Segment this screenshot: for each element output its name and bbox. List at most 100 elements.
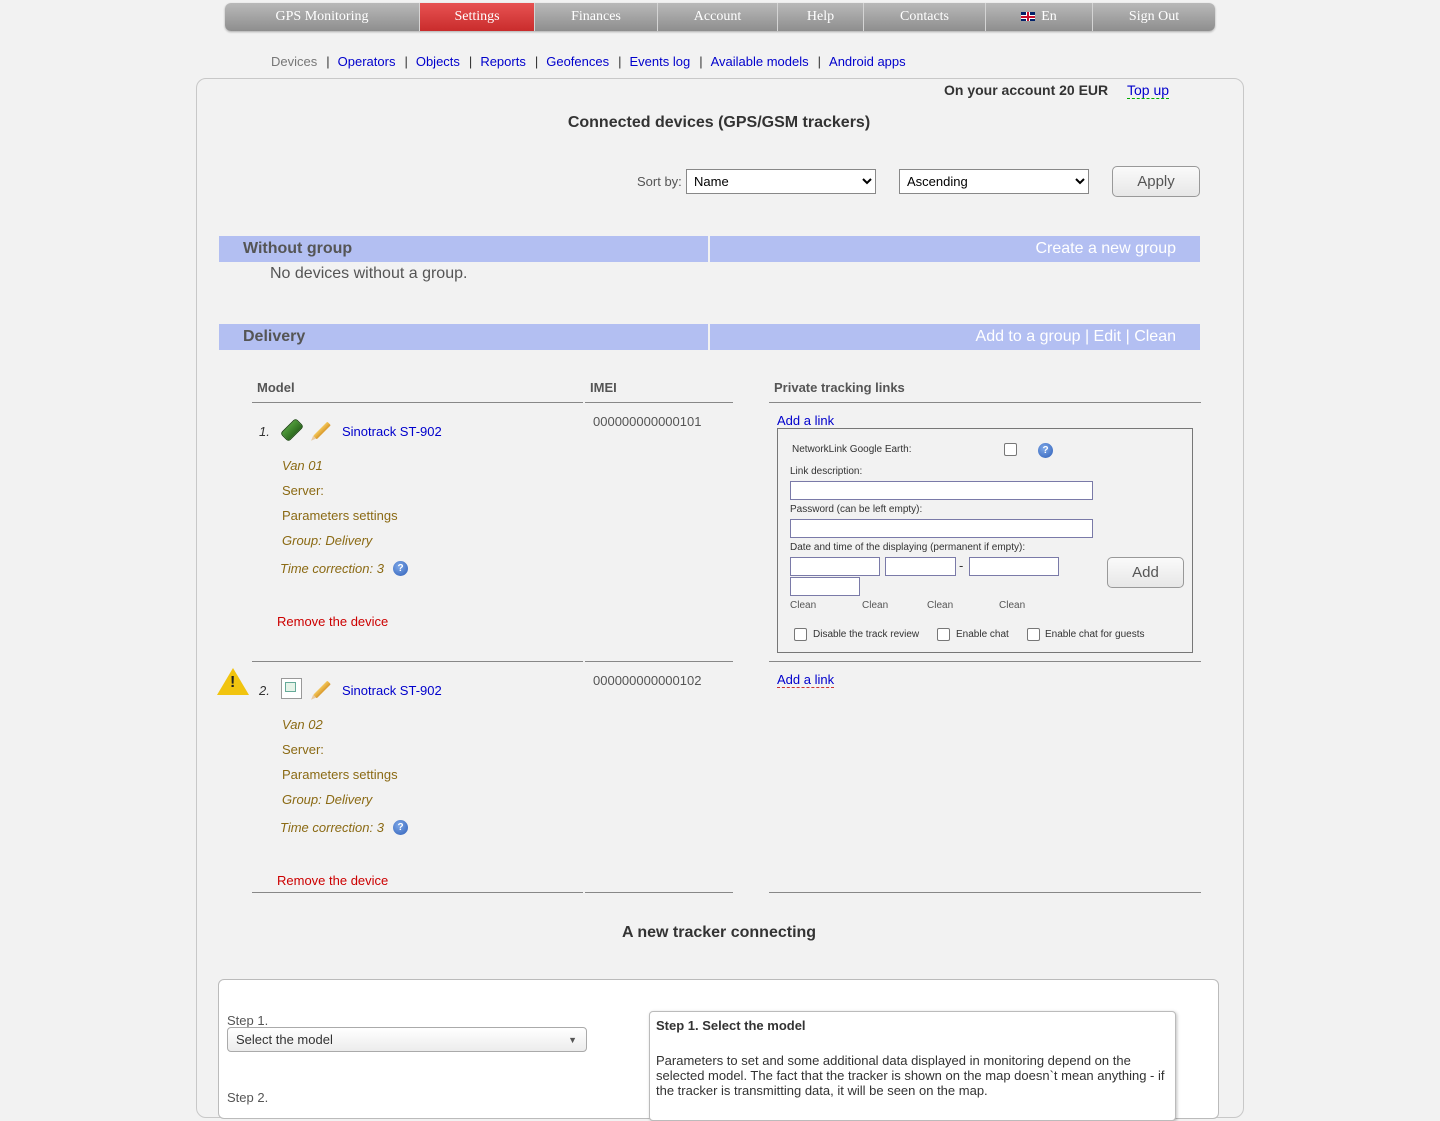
date-range-label: Date and time of the displaying (permane… — [790, 542, 1026, 553]
nav-account[interactable]: Account — [658, 3, 778, 31]
device-name[interactable]: Van 02 — [282, 717, 323, 732]
subnav-available-models[interactable]: Available models — [711, 54, 809, 69]
group-actions-bar: Add to a group | Edit | Clean — [710, 324, 1200, 350]
sort-order-select[interactable]: Ascending — [899, 169, 1089, 194]
clean-end-date-link[interactable]: Clean — [927, 600, 953, 611]
add-link-button[interactable]: Add — [1107, 557, 1184, 588]
subnav-events-log[interactable]: Events log — [630, 54, 691, 69]
divider — [585, 892, 733, 893]
password-input[interactable] — [790, 519, 1093, 538]
device-imei: 000000000000102 — [593, 673, 702, 688]
group-header-without-group: Without group — [219, 236, 708, 262]
subnav-android-apps[interactable]: Android apps — [829, 54, 906, 69]
nav-settings[interactable]: Settings — [420, 3, 535, 31]
model-select[interactable]: Select the model ▼ — [227, 1027, 587, 1052]
nav-help[interactable]: Help — [778, 3, 864, 31]
column-header-imei: IMEI — [590, 380, 617, 395]
clean-end-time-link[interactable]: Clean — [999, 600, 1025, 611]
device-time-correction[interactable]: Time correction: 3 — [280, 561, 384, 576]
start-time-input[interactable] — [885, 557, 956, 576]
subnav-devices: Devices — [271, 54, 318, 69]
language-label: En — [1041, 9, 1057, 24]
device-group[interactable]: Group: Delivery — [282, 792, 372, 807]
step-info-title: Step 1. Select the model — [656, 1018, 806, 1033]
add-link-link[interactable]: Add a link — [777, 413, 835, 429]
end-time-input[interactable] — [790, 577, 860, 596]
subnav-objects[interactable]: Objects — [416, 54, 460, 69]
separator: | — [1125, 328, 1130, 345]
date-separator: - — [959, 558, 964, 573]
enable-chat-label: Enable chat — [956, 629, 1009, 640]
column-header-model: Model — [257, 380, 295, 395]
divider — [585, 661, 733, 662]
warning-icon-mark: ! — [230, 674, 236, 691]
device-parameters-link[interactable]: Parameters settings — [282, 767, 398, 782]
nav-language[interactable]: En — [986, 3, 1093, 31]
device-name[interactable]: Van 01 — [282, 458, 323, 473]
device-server[interactable]: Server: — [282, 742, 324, 757]
divider — [252, 661, 583, 662]
add-link-link[interactable]: Add a link — [777, 672, 835, 688]
help-icon[interactable]: ? — [1038, 443, 1053, 458]
clean-group-link[interactable]: Clean — [1134, 328, 1176, 345]
help-icon[interactable]: ? — [393, 820, 408, 835]
divider — [769, 402, 1201, 403]
nav-contacts[interactable]: Contacts — [864, 3, 986, 31]
start-date-input[interactable] — [790, 557, 880, 576]
tracking-link-form — [777, 428, 1193, 653]
sort-field-select[interactable]: Name — [686, 169, 876, 194]
edit-group-link[interactable]: Edit — [1094, 328, 1122, 345]
group-header-delivery: Delivery — [219, 324, 708, 350]
remove-device-link[interactable]: Remove the device — [277, 873, 388, 888]
divider — [585, 402, 733, 403]
clean-start-time-link[interactable]: Clean — [862, 600, 888, 611]
group-actions-bar: Create a new group — [710, 236, 1200, 262]
divider — [252, 892, 583, 893]
device-group[interactable]: Group: Delivery — [282, 533, 372, 548]
help-icon[interactable]: ? — [393, 561, 408, 576]
nav-gps-monitoring[interactable]: GPS Monitoring — [225, 3, 420, 31]
step1-label: Step 1. — [227, 1013, 269, 1028]
enable-chat-checkbox[interactable] — [937, 628, 950, 641]
divider — [252, 402, 583, 403]
subnav-reports[interactable]: Reports — [480, 54, 526, 69]
main-navigation: GPS Monitoring Settings Finances Account… — [225, 3, 1215, 31]
networklink-checkbox[interactable] — [1004, 443, 1017, 456]
networklink-label: NetworkLink Google Earth: — [792, 444, 912, 455]
device-model-link[interactable]: Sinotrack ST-902 — [342, 424, 442, 439]
nav-sign-out[interactable]: Sign Out — [1093, 3, 1215, 31]
separator: | — [1084, 328, 1090, 345]
subnav-geofences[interactable]: Geofences — [546, 54, 609, 69]
link-description-label: Link description: — [790, 466, 863, 477]
device-server[interactable]: Server: — [282, 483, 324, 498]
account-balance: On your account 20 EUR — [944, 82, 1109, 98]
top-up-link[interactable]: Top up — [1127, 82, 1170, 99]
clean-start-date-link[interactable]: Clean — [790, 600, 816, 611]
enable-chat-guests-checkbox[interactable] — [1027, 628, 1040, 641]
step-info-box: Step 1. Select the model Parameters to s… — [649, 1011, 1176, 1121]
row-number: 1. — [259, 424, 270, 439]
step2-label: Step 2. — [227, 1090, 269, 1105]
settings-subnav: Devices | Operators | Objects | Reports | Geofen… — [271, 54, 906, 69]
divider — [769, 892, 1201, 893]
uk-flag-icon — [1021, 12, 1036, 21]
create-group-link[interactable]: Create a new group — [1035, 240, 1176, 257]
model-select-value: Select the model — [236, 1032, 333, 1047]
sort-label: Sort by: — [637, 174, 682, 189]
column-header-links: Private tracking links — [774, 380, 905, 395]
disable-track-review-checkbox[interactable] — [794, 628, 807, 641]
remove-device-link[interactable]: Remove the device — [277, 614, 388, 629]
subnav-operators[interactable]: Operators — [338, 54, 396, 69]
link-description-input[interactable] — [790, 481, 1093, 500]
new-tracker-title: A new tracker connecting — [621, 924, 817, 941]
device-model-link[interactable]: Sinotrack ST-902 — [342, 683, 442, 698]
enable-chat-guests-label: Enable chat for guests — [1045, 629, 1145, 640]
broken-image-icon[interactable] — [281, 678, 302, 699]
nav-finances[interactable]: Finances — [535, 3, 658, 31]
apply-button[interactable]: Apply — [1112, 166, 1200, 197]
end-date-input[interactable] — [969, 557, 1059, 576]
device-time-correction[interactable]: Time correction: 3 — [280, 820, 384, 835]
page-title: Connected devices (GPS/GSM trackers) — [567, 114, 871, 131]
add-to-group-link[interactable]: Add to a group — [976, 328, 1081, 345]
device-parameters-link[interactable]: Parameters settings — [282, 508, 398, 523]
